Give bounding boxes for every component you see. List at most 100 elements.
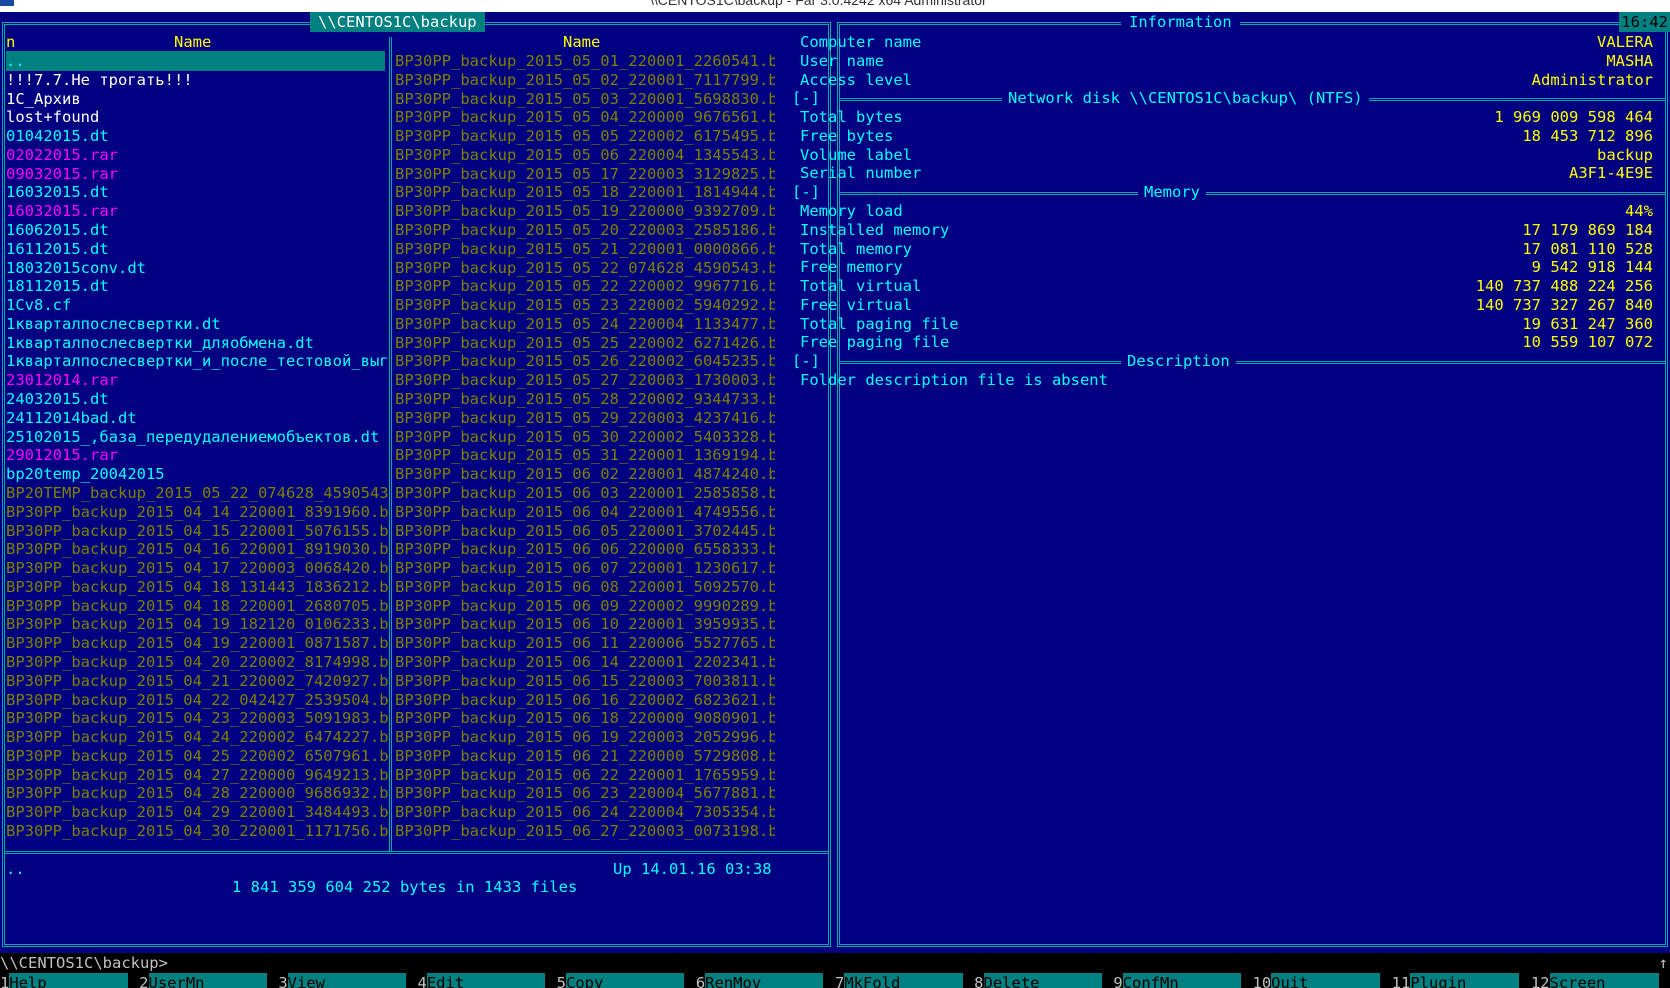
- file-cursor-row[interactable]: ..: [6, 51, 385, 71]
- file-item[interactable]: BP30PP_backup_2015_06_14_220001_2202341.…: [395, 652, 775, 672]
- file-item[interactable]: BP30PP_backup_2015_05_30_220002_5403328.…: [395, 427, 775, 447]
- file-item[interactable]: 25102015_,база_передудалениемобъектов.dt: [6, 427, 379, 447]
- file-item[interactable]: BP30PP_backup_2015_04_21_220002_7420927.…: [6, 671, 389, 691]
- file-item[interactable]: BP30PP_backup_2015_04_14_220001_8391960.…: [6, 502, 389, 522]
- file-item[interactable]: BP30PP_backup_2015_06_18_220000_9080901.…: [395, 708, 775, 728]
- file-item[interactable]: lost+found: [6, 107, 99, 127]
- file-item[interactable]: 16032015.rar: [6, 201, 118, 221]
- file-item[interactable]: BP30PP_backup_2015_04_30_220001_1171756.…: [6, 821, 389, 841]
- file-item[interactable]: BP30PP_backup_2015_06_05_220001_3702445.…: [395, 521, 775, 541]
- fkey-confmn[interactable]: 9ConfMn: [1113, 973, 1250, 988]
- file-item[interactable]: BP30PP_backup_2015_04_27_220000_9649213.…: [6, 765, 389, 785]
- scroll-up-icon[interactable]: ↑: [1659, 953, 1668, 973]
- file-item[interactable]: 1С_Архив: [6, 89, 81, 109]
- fkey-copy[interactable]: 5Copy: [557, 973, 694, 988]
- file-item[interactable]: 01042015.dt: [6, 126, 109, 146]
- file-item[interactable]: BP20TEMP_backup_2015_05_22_074628_459054…: [6, 483, 389, 503]
- file-item[interactable]: BP30PP_backup_2015_04_28_220000_9686932.…: [6, 783, 389, 803]
- file-item[interactable]: BP30PP_backup_2015_06_21_220000_5729808.…: [395, 746, 775, 766]
- file-item[interactable]: BP30PP_backup_2015_06_06_220000_6558333.…: [395, 539, 775, 559]
- file-item[interactable]: BP30PP_backup_2015_06_04_220001_4749556.…: [395, 502, 775, 522]
- file-item[interactable]: BP30PP_backup_2015_05_06_220004_1345543.…: [395, 145, 775, 165]
- file-item[interactable]: BP30PP_backup_2015_05_31_220001_1369194.…: [395, 445, 775, 465]
- fkey-help[interactable]: 1Help: [0, 973, 137, 988]
- fkey-mkfold[interactable]: 7MkFold: [835, 973, 972, 988]
- file-item[interactable]: 24112014bad.dt: [6, 408, 137, 428]
- file-item[interactable]: 29012015.rar: [6, 445, 118, 465]
- file-item[interactable]: BP30PP_backup_2015_05_28_220002_9344733.…: [395, 389, 775, 409]
- file-item[interactable]: 1кварталпослесвертки_дляобмена.dt: [6, 333, 314, 353]
- file-item[interactable]: 18032015conv.dt: [6, 258, 146, 278]
- file-item[interactable]: BP30PP_backup_2015_06_27_220003_0073198.…: [395, 821, 775, 841]
- file-item[interactable]: BP30PP_backup_2015_05_24_220004_1133477.…: [395, 314, 775, 334]
- file-item[interactable]: BP30PP_backup_2015_06_10_220001_3959935.…: [395, 614, 775, 634]
- memory-collapse-toggle[interactable]: [-]: [792, 182, 820, 202]
- file-item[interactable]: BP30PP_backup_2015_05_27_220003_1730003.…: [395, 370, 775, 390]
- file-item[interactable]: BP30PP_backup_2015_06_16_220002_6823621.…: [395, 690, 775, 710]
- file-item[interactable]: BP30PP_backup_2015_05_20_220003_2585186.…: [395, 220, 775, 240]
- file-item[interactable]: BP30PP_backup_2015_04_17_220003_0068420.…: [6, 558, 389, 578]
- info-panel[interactable]: [837, 22, 1668, 947]
- fkey-screen[interactable]: 12Screen: [1531, 973, 1668, 988]
- file-item[interactable]: BP30PP_backup_2015_06_11_220006_5527765.…: [395, 633, 775, 653]
- file-item[interactable]: 16062015.dt: [6, 220, 109, 240]
- file-item[interactable]: BP30PP_backup_2015_06_07_220001_1230617.…: [395, 558, 775, 578]
- file-item[interactable]: 1кварталпослесвертки.dt: [6, 314, 221, 334]
- file-item[interactable]: BP30PP_backup_2015_06_24_220004_7305354.…: [395, 802, 775, 822]
- file-item[interactable]: BP30PP_backup_2015_04_15_220001_5076155.…: [6, 521, 389, 541]
- left-panel-path[interactable]: \\CENTOS1C\backup: [310, 12, 485, 32]
- file-item[interactable]: BP30PP_backup_2015_04_19_220001_0871587.…: [6, 633, 389, 653]
- file-item[interactable]: BP30PP_backup_2015_04_16_220001_8919030.…: [6, 539, 389, 559]
- file-item[interactable]: BP30PP_backup_2015_05_17_220003_3129825.…: [395, 164, 775, 184]
- file-item[interactable]: BP30PP_backup_2015_04_18_220001_2680705.…: [6, 596, 389, 616]
- file-item[interactable]: BP30PP_backup_2015_04_22_042427_2539504.…: [6, 690, 389, 710]
- file-item[interactable]: 16032015.dt: [6, 182, 109, 202]
- file-item[interactable]: BP30PP_backup_2015_05_21_220001_0000866.…: [395, 239, 775, 259]
- file-item[interactable]: 09032015.rar: [6, 164, 118, 184]
- file-item[interactable]: BP30PP_backup_2015_05_03_220001_5698830.…: [395, 89, 775, 109]
- fkey-edit[interactable]: 4Edit: [418, 973, 555, 988]
- file-item[interactable]: BP30PP_backup_2015_06_03_220001_2585858.…: [395, 483, 775, 503]
- fkey-plugin[interactable]: 11Plugin: [1392, 973, 1529, 988]
- file-item[interactable]: 23012014.rar: [6, 370, 118, 390]
- description-collapse-toggle[interactable]: [-]: [792, 351, 820, 371]
- file-item[interactable]: BP30PP_backup_2015_05_25_220002_6271426.…: [395, 333, 775, 353]
- file-item[interactable]: BP30PP_backup_2015_04_23_220003_5091983.…: [6, 708, 389, 728]
- file-item[interactable]: bp20temp_20042015: [6, 464, 165, 484]
- file-item[interactable]: BP30PP_backup_2015_04_20_220002_8174998.…: [6, 652, 389, 672]
- file-item[interactable]: BP30PP_backup_2015_05_19_220000_9392709.…: [395, 201, 775, 221]
- file-item[interactable]: BP30PP_backup_2015_05_22_074628_4590543.…: [395, 258, 775, 278]
- file-item[interactable]: 1кварталпослесвертки_и_после_тестовой_вы…: [6, 351, 389, 371]
- file-item[interactable]: BP30PP_backup_2015_05_02_220001_7117799.…: [395, 70, 775, 90]
- file-item[interactable]: BP30PP_backup_2015_05_23_220002_5940292.…: [395, 295, 775, 315]
- file-item[interactable]: 16112015.dt: [6, 239, 109, 259]
- file-item[interactable]: BP30PP_backup_2015_04_25_220002_6507961.…: [6, 746, 389, 766]
- file-item[interactable]: BP30PP_backup_2015_05_29_220003_4237416.…: [395, 408, 775, 428]
- file-item[interactable]: BP30PP_backup_2015_05_22_220002_9967716.…: [395, 276, 775, 296]
- file-item[interactable]: 24032015.dt: [6, 389, 109, 409]
- file-item[interactable]: BP30PP_backup_2015_05_04_220000_9676561.…: [395, 107, 775, 127]
- file-item[interactable]: BP30PP_backup_2015_04_29_220001_3484493.…: [6, 802, 389, 822]
- fkey-quit[interactable]: 10Quit: [1253, 973, 1390, 988]
- file-item[interactable]: 18112015.dt: [6, 276, 109, 296]
- file-item[interactable]: BP30PP_backup_2015_06_08_220001_5092570.…: [395, 577, 775, 597]
- file-item[interactable]: BP30PP_backup_2015_06_02_220001_4874240.…: [395, 464, 775, 484]
- file-item[interactable]: BP30PP_backup_2015_06_23_220004_5677881.…: [395, 783, 775, 803]
- file-item[interactable]: BP30PP_backup_2015_05_01_220001_2260541.…: [395, 51, 775, 71]
- fkey-view[interactable]: 3View: [278, 973, 415, 988]
- command-line[interactable]: \\CENTOS1C\backup>: [0, 953, 1670, 973]
- column-header-name-2[interactable]: Name: [563, 32, 600, 52]
- file-item[interactable]: BP30PP_backup_2015_04_19_182120_0106233.…: [6, 614, 389, 634]
- file-item[interactable]: 02022015.rar: [6, 145, 118, 165]
- file-item[interactable]: BP30PP_backup_2015_04_18_131443_1836212.…: [6, 577, 389, 597]
- disk-collapse-toggle[interactable]: [-]: [792, 88, 820, 108]
- file-item[interactable]: BP30PP_backup_2015_06_22_220001_1765959.…: [395, 765, 775, 785]
- column-header-name-1[interactable]: Name: [174, 32, 211, 52]
- file-item[interactable]: !!!7.7.Не трогать!!!: [6, 70, 193, 90]
- file-item[interactable]: BP30PP_backup_2015_05_26_220002_6045235.…: [395, 351, 775, 371]
- file-item[interactable]: BP30PP_backup_2015_06_09_220002_9990289.…: [395, 596, 775, 616]
- file-item[interactable]: BP30PP_backup_2015_04_24_220002_6474227.…: [6, 727, 389, 747]
- file-item[interactable]: BP30PP_backup_2015_06_15_220003_7003811.…: [395, 671, 775, 691]
- file-item[interactable]: BP30PP_backup_2015_05_18_220001_1814944.…: [395, 182, 775, 202]
- file-item[interactable]: BP30PP_backup_2015_05_05_220002_6175495.…: [395, 126, 775, 146]
